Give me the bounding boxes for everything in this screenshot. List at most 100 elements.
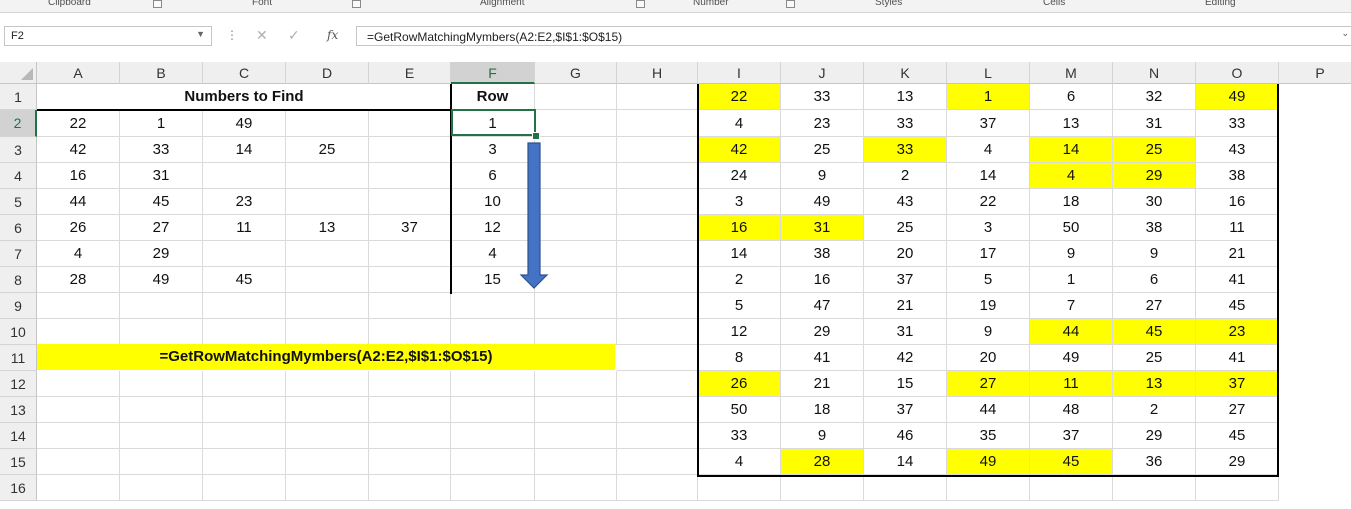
column-header-I[interactable]: I [698,62,781,84]
cell-D4[interactable] [286,163,369,189]
cell-A16[interactable] [37,475,120,501]
cell-H6[interactable] [617,215,698,241]
cell-E3[interactable] [369,137,451,163]
cell-B13[interactable] [120,397,203,423]
expand-formula-icon[interactable]: ⌄ [1341,28,1349,39]
cell-M1[interactable]: 6 [1030,84,1113,110]
cell-E8[interactable] [369,267,451,293]
dialog-launcher-icon[interactable] [636,0,645,8]
cell-I13[interactable]: 50 [698,397,781,423]
cell-B15[interactable] [120,449,203,475]
cell-M2[interactable]: 13 [1030,110,1113,137]
cell-K7[interactable]: 20 [864,241,947,267]
cell-O9[interactable]: 45 [1196,293,1279,319]
cell-L7[interactable]: 17 [947,241,1030,267]
cell-E5[interactable] [369,189,451,215]
cell-O8[interactable]: 41 [1196,267,1279,293]
cell-I15[interactable]: 4 [698,449,781,475]
cell-B7[interactable]: 29 [120,241,203,267]
cell-G9[interactable] [535,293,617,319]
cell-O13[interactable]: 27 [1196,397,1279,423]
cell-F15[interactable] [451,449,535,475]
column-header-G[interactable]: G [535,62,617,84]
cell-E6[interactable]: 37 [369,215,451,241]
row-header-16[interactable]: 16 [0,475,37,501]
cell-H7[interactable] [617,241,698,267]
cell-O7[interactable]: 21 [1196,241,1279,267]
cell-A10[interactable] [37,319,120,345]
cell-L2[interactable]: 37 [947,110,1030,137]
cell-K10[interactable]: 31 [864,319,947,345]
cell-G15[interactable] [535,449,617,475]
row-header-12[interactable]: 12 [0,371,37,397]
cell-O5[interactable]: 16 [1196,189,1279,215]
cell-B8[interactable]: 49 [120,267,203,293]
cell-B12[interactable] [120,371,203,397]
cell-E13[interactable] [369,397,451,423]
dialog-launcher-icon[interactable] [153,0,162,8]
dropdown-icon[interactable]: ▼ [196,29,205,39]
cell-O14[interactable]: 45 [1196,423,1279,449]
cell-K14[interactable]: 46 [864,423,947,449]
cell-I3[interactable]: 42 [698,137,781,163]
cell-M12[interactable]: 11 [1030,371,1113,397]
cell-C7[interactable] [203,241,286,267]
cell-C9[interactable] [203,293,286,319]
column-header-C[interactable]: C [203,62,286,84]
cell-K5[interactable]: 43 [864,189,947,215]
cell-D9[interactable] [286,293,369,319]
cell-B5[interactable]: 45 [120,189,203,215]
cell-H9[interactable] [617,293,698,319]
cell-F16[interactable] [451,475,535,501]
cell-D16[interactable] [286,475,369,501]
cell-E14[interactable] [369,423,451,449]
row-header-7[interactable]: 7 [0,241,37,267]
cell-B2[interactable]: 1 [120,110,203,137]
cell-M8[interactable]: 1 [1030,267,1113,293]
cell-H12[interactable] [617,371,698,397]
cell-F12[interactable] [451,371,535,397]
cell-H10[interactable] [617,319,698,345]
cell-K16[interactable] [864,475,947,501]
cell-J9[interactable]: 47 [781,293,864,319]
cell-H3[interactable] [617,137,698,163]
cell-M3[interactable]: 14 [1030,137,1113,163]
column-header-P[interactable]: P [1279,62,1351,84]
cell-F13[interactable] [451,397,535,423]
cell-E12[interactable] [369,371,451,397]
cell-C8[interactable]: 45 [203,267,286,293]
cell-G13[interactable] [535,397,617,423]
cell-I5[interactable]: 3 [698,189,781,215]
cell-K1[interactable]: 13 [864,84,947,110]
cell-L5[interactable]: 22 [947,189,1030,215]
cell-I14[interactable]: 33 [698,423,781,449]
cell-I1[interactable]: 22 [698,84,781,110]
cell-I12[interactable]: 26 [698,371,781,397]
cell-G16[interactable] [535,475,617,501]
cell-L4[interactable]: 14 [947,163,1030,189]
cell-M16[interactable] [1030,475,1113,501]
row-header-2[interactable]: 2 [0,110,37,137]
cell-O11[interactable]: 41 [1196,345,1279,371]
cell-I10[interactable]: 12 [698,319,781,345]
cell-C14[interactable] [203,423,286,449]
cell-L6[interactable]: 3 [947,215,1030,241]
cell-M5[interactable]: 18 [1030,189,1113,215]
cell-J5[interactable]: 49 [781,189,864,215]
cell-D13[interactable] [286,397,369,423]
cell-N4[interactable]: 29 [1113,163,1196,189]
cell-K4[interactable]: 2 [864,163,947,189]
cell-O3[interactable]: 43 [1196,137,1279,163]
cell-G12[interactable] [535,371,617,397]
cell-C6[interactable]: 11 [203,215,286,241]
cell-A9[interactable] [37,293,120,319]
cell-C12[interactable] [203,371,286,397]
cell-A7[interactable]: 4 [37,241,120,267]
cell-J7[interactable]: 38 [781,241,864,267]
cell-E10[interactable] [369,319,451,345]
cell-B16[interactable] [120,475,203,501]
cell-N10[interactable]: 45 [1113,319,1196,345]
cell-G14[interactable] [535,423,617,449]
cell-D10[interactable] [286,319,369,345]
cell-K15[interactable]: 14 [864,449,947,475]
